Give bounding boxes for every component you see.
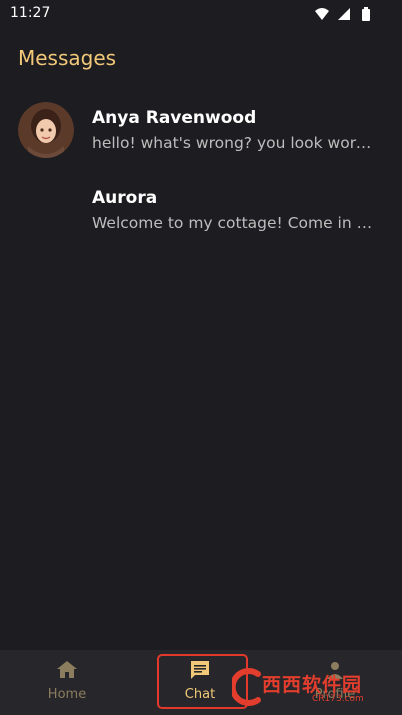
chat-item-anya[interactable]: Anya Ravenwood hello! what's wrong? you … [0, 92, 402, 162]
nav-home-label: Home [47, 687, 87, 702]
watermark-text: 西西软件园 [262, 674, 363, 696]
chat-item-aurora[interactable]: Aurora Welcome to my cottage! Come in an… [0, 172, 402, 242]
page-title: Messages [18, 46, 117, 70]
chat-preview: hello! what's wrong? you look worried [92, 134, 377, 152]
signal-icon [338, 8, 350, 20]
battery-icon [362, 7, 370, 21]
wifi-icon [315, 8, 329, 20]
chat-name: Aurora [92, 188, 158, 208]
watermark-sub: CR173.com [312, 694, 364, 704]
status-bar: 11:27 [0, 0, 402, 28]
status-icons [314, 6, 374, 22]
nav-home[interactable]: Home [27, 658, 107, 710]
chat-name: Anya Ravenwood [92, 108, 257, 128]
home-icon [57, 661, 77, 678]
chat-preview: Welcome to my cottage! Come in and relax [92, 214, 377, 232]
status-time: 11:27 [10, 5, 51, 21]
watermark: 西西软件园 CR173.com [232, 664, 382, 712]
avatar [18, 182, 74, 238]
avatar [18, 102, 74, 158]
